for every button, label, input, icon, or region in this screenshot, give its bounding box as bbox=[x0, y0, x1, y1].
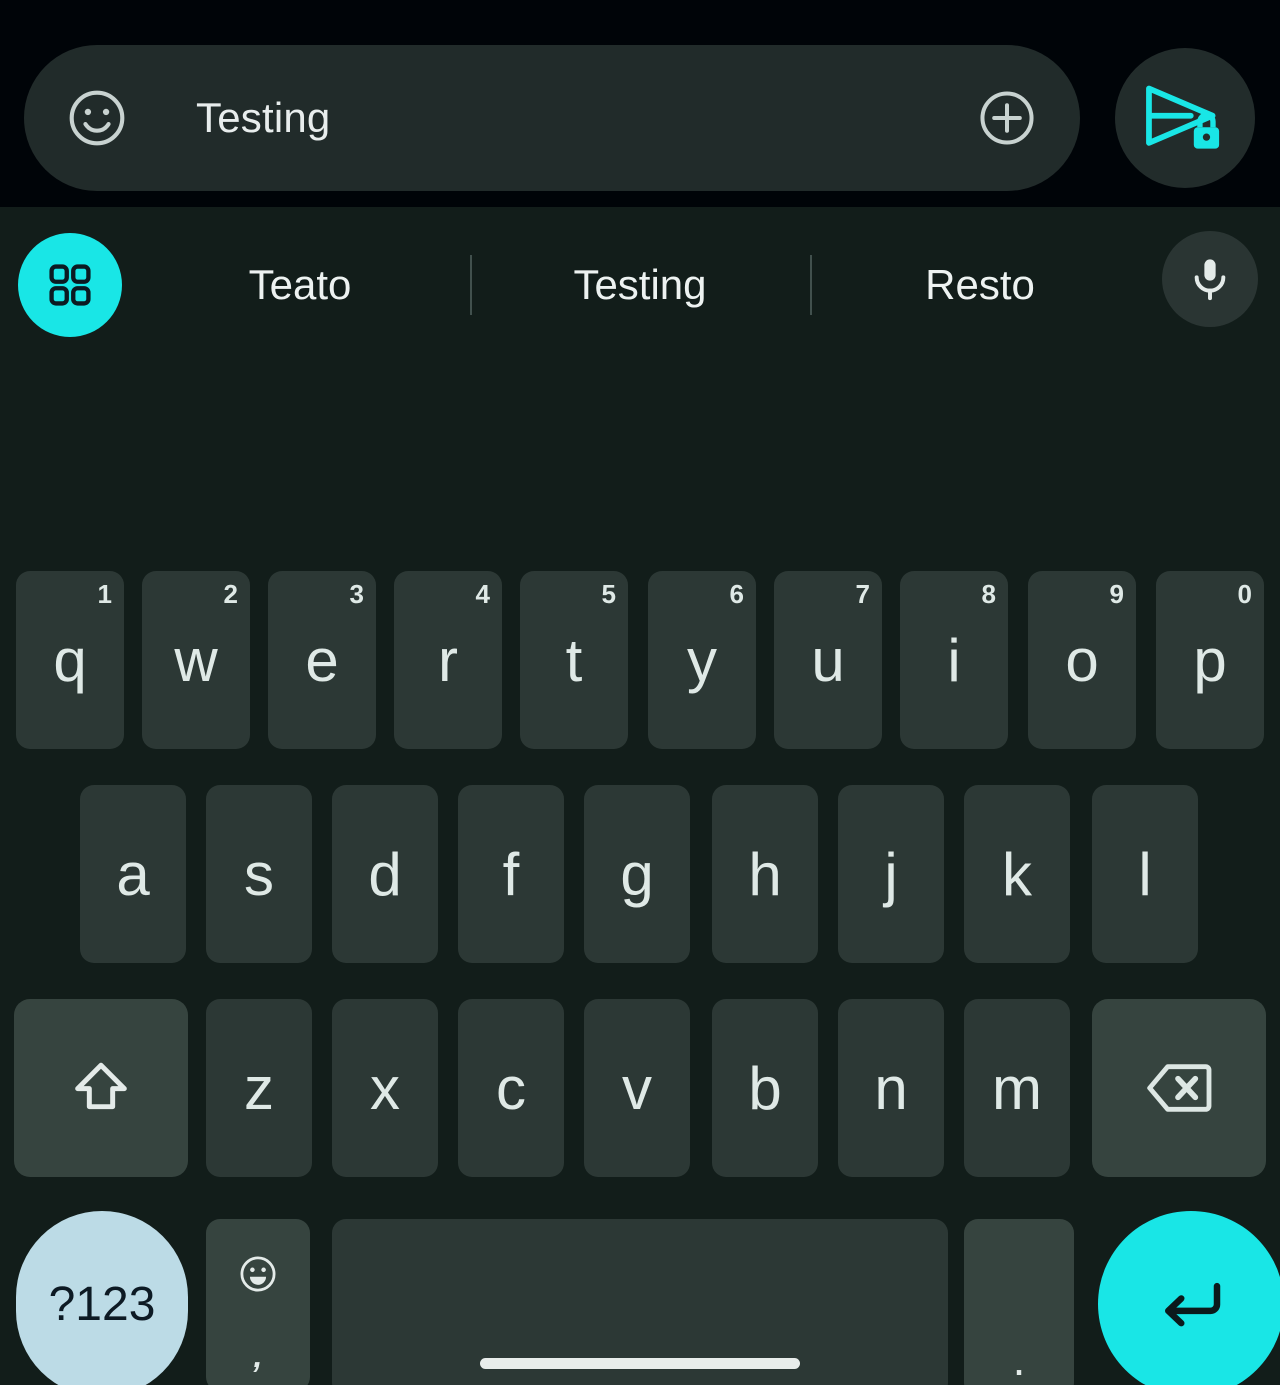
key-a[interactable]: a bbox=[80, 785, 186, 963]
message-input-pill[interactable]: Testing bbox=[24, 45, 1080, 191]
key-l[interactable]: l bbox=[1092, 785, 1198, 963]
suggestion-item-2[interactable]: Resto bbox=[810, 221, 1150, 349]
key-b[interactable]: b bbox=[712, 999, 818, 1177]
symbols-key[interactable]: ?123 bbox=[16, 1211, 188, 1385]
key-e-label: e bbox=[305, 626, 339, 694]
plus-circle-icon[interactable] bbox=[974, 85, 1040, 151]
enter-key[interactable] bbox=[1098, 1211, 1280, 1385]
key-v[interactable]: v bbox=[584, 999, 690, 1177]
key-p-number: 0 bbox=[1237, 579, 1252, 609]
suggestion-item-1[interactable]: Testing bbox=[470, 221, 810, 349]
key-f[interactable]: f bbox=[458, 785, 564, 963]
key-o[interactable]: 9 o bbox=[1028, 571, 1136, 749]
smiley-emoji-icon bbox=[206, 1253, 310, 1295]
key-w-label: w bbox=[174, 626, 218, 694]
key-p-label: p bbox=[1193, 626, 1227, 694]
key-d[interactable]: d bbox=[332, 785, 438, 963]
key-e-number: 3 bbox=[349, 579, 364, 609]
key-q-number: 1 bbox=[97, 579, 112, 609]
keyboard-row-3: z x c v b n m bbox=[0, 999, 1280, 1177]
key-w-number: 2 bbox=[223, 579, 238, 609]
key-o-number: 9 bbox=[1109, 579, 1124, 609]
emoji-picker-icon[interactable] bbox=[64, 85, 130, 151]
key-m[interactable]: m bbox=[964, 999, 1070, 1177]
key-c[interactable]: c bbox=[458, 999, 564, 1177]
key-x[interactable]: x bbox=[332, 999, 438, 1177]
key-q-label: q bbox=[53, 626, 87, 694]
key-h[interactable]: h bbox=[712, 785, 818, 963]
key-t-number: 5 bbox=[601, 579, 616, 609]
suggestion-item-0[interactable]: Teato bbox=[130, 221, 470, 349]
key-p[interactable]: 0 p bbox=[1156, 571, 1264, 749]
grid-apps-icon[interactable] bbox=[18, 233, 122, 337]
key-y[interactable]: 6 y bbox=[648, 571, 756, 749]
key-y-number: 6 bbox=[729, 579, 744, 609]
send-encrypted-button[interactable] bbox=[1115, 48, 1255, 188]
key-k[interactable]: k bbox=[964, 785, 1070, 963]
key-i-label: i bbox=[947, 626, 961, 694]
key-n[interactable]: n bbox=[838, 999, 944, 1177]
key-i-number: 8 bbox=[981, 579, 996, 609]
suggestion-list: Teato Testing Resto bbox=[130, 221, 1150, 349]
key-u-number: 7 bbox=[855, 579, 870, 609]
key-r[interactable]: 4 r bbox=[394, 571, 502, 749]
key-r-label: r bbox=[438, 626, 458, 694]
emoji-key-comma-label: , bbox=[253, 1338, 263, 1374]
key-q[interactable]: 1 q bbox=[16, 571, 124, 749]
key-i[interactable]: 8 i bbox=[900, 571, 1008, 749]
key-y-label: y bbox=[687, 626, 717, 694]
message-text: Testing bbox=[196, 94, 331, 141]
key-o-label: o bbox=[1065, 626, 1099, 694]
key-r-number: 4 bbox=[475, 579, 490, 609]
compose-bar: Testing bbox=[0, 0, 1280, 207]
microphone-icon[interactable] bbox=[1162, 231, 1258, 327]
key-t[interactable]: 5 t bbox=[520, 571, 628, 749]
keyboard-row-2: a s d f g h j k l bbox=[0, 785, 1280, 963]
home-gesture-pill[interactable] bbox=[480, 1358, 800, 1369]
key-g[interactable]: g bbox=[584, 785, 690, 963]
key-j[interactable]: j bbox=[838, 785, 944, 963]
emoji-key[interactable]: , bbox=[206, 1219, 310, 1385]
keyboard-row-1: 1 q 2 w 3 e 4 r 5 t 6 y 7 u 8 i 9 o 0 p bbox=[0, 571, 1280, 749]
key-s[interactable]: s bbox=[206, 785, 312, 963]
key-t-label: t bbox=[565, 626, 583, 694]
backspace-key[interactable] bbox=[1092, 999, 1266, 1177]
suggestion-strip: Teato Testing Resto bbox=[0, 221, 1280, 349]
period-key-label: . bbox=[1012, 1333, 1026, 1385]
key-u[interactable]: 7 u bbox=[774, 571, 882, 749]
period-key[interactable]: . bbox=[964, 1219, 1074, 1385]
key-z[interactable]: z bbox=[206, 999, 312, 1177]
screen-root: Testing Teato Testing Resto 1 q 2 w 3 e … bbox=[0, 0, 1280, 1385]
key-u-label: u bbox=[811, 626, 845, 694]
keyboard: Teato Testing Resto 1 q 2 w 3 e 4 r 5 t … bbox=[0, 207, 1280, 1385]
shift-key[interactable] bbox=[14, 999, 188, 1177]
key-e[interactable]: 3 e bbox=[268, 571, 376, 749]
key-w[interactable]: 2 w bbox=[142, 571, 250, 749]
